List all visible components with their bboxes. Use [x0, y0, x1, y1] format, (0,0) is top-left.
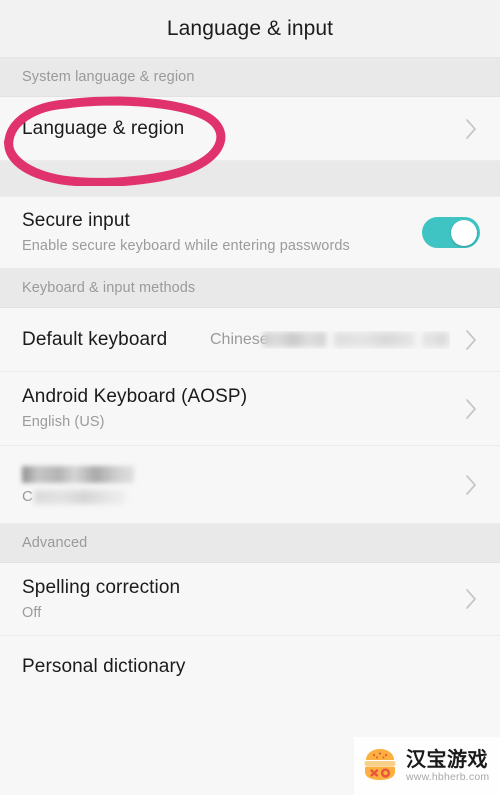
row-redacted-keyboard-content: C — [22, 465, 464, 505]
section-header-label: System language & region — [22, 69, 195, 85]
row-personal-dictionary[interactable]: Personal dictionary — [0, 636, 500, 698]
toggle-knob — [451, 219, 477, 246]
section-header-advanced: Advanced — [0, 524, 500, 563]
row-android-keyboard-aosp[interactable]: Android Keyboard (AOSP) English (US) — [0, 372, 500, 446]
row-spelling-correction-content: Spelling correction Off — [22, 576, 464, 623]
settings-screen: Language & input System language & regio… — [0, 0, 500, 795]
page-title: Language & input — [166, 16, 334, 40]
app-titlebar: Language & input — [0, 0, 500, 58]
row-android-keyboard-aosp-content: Android Keyboard (AOSP) English (US) — [22, 385, 464, 432]
row-language-and-region-title: Language & region — [22, 117, 185, 139]
watermark-url: www.hbherb.com — [406, 770, 490, 783]
redacted-subtitle-bar: C — [22, 483, 464, 505]
row-default-keyboard-content: Default keyboard — [22, 328, 210, 352]
row-android-keyboard-aosp-title: Android Keyboard (AOSP) — [22, 386, 248, 407]
row-android-keyboard-aosp-subtitle: English (US) — [22, 414, 105, 430]
row-spelling-correction[interactable]: Spelling correction Off — [0, 563, 500, 636]
section-gap-band — [0, 161, 500, 197]
watermark-text: 汉宝游戏 www.hbherb.com — [406, 749, 489, 784]
chevron-right-icon[interactable] — [464, 327, 480, 353]
redaction-bar — [22, 465, 134, 483]
redacted-subtitle-lead: C — [22, 487, 33, 505]
row-redacted-keyboard[interactable]: C — [0, 446, 500, 524]
redaction-bar — [262, 332, 326, 347]
default-keyboard-value-text: Chinese — [210, 330, 269, 348]
watermark: 汉宝游戏 www.hbherb.com — [354, 737, 500, 795]
chevron-right-icon[interactable] — [464, 116, 480, 142]
row-secure-input-content: Secure input Enable secure keyboard whil… — [22, 209, 422, 256]
row-spelling-correction-subtitle: Off — [22, 604, 42, 621]
chevron-right-icon[interactable] — [464, 586, 480, 612]
section-header-label: Advanced — [22, 535, 88, 551]
redacted-title-bar — [22, 465, 464, 483]
burger-icon — [360, 746, 400, 786]
redaction-bar — [423, 332, 450, 347]
row-personal-dictionary-content: Personal dictionary — [22, 655, 480, 679]
redaction-bar — [34, 489, 126, 504]
row-secure-input[interactable]: Secure input Enable secure keyboard whil… — [0, 197, 500, 269]
section-header-label: Keyboard & input methods — [22, 280, 196, 296]
row-language-and-region-content: Language & region — [22, 117, 464, 141]
chevron-right-icon[interactable] — [464, 472, 480, 498]
chevron-right-icon[interactable] — [464, 396, 480, 422]
watermark-title: 汉宝游戏 — [406, 748, 488, 771]
section-header-system-language: System language & region — [0, 58, 500, 97]
row-default-keyboard-title: Default keyboard — [22, 328, 168, 350]
section-header-keyboard-input-methods: Keyboard & input methods — [0, 269, 500, 308]
secure-input-toggle[interactable] — [422, 217, 480, 248]
row-default-keyboard[interactable]: Default keyboard Chinese — [0, 308, 500, 372]
row-personal-dictionary-title: Personal dictionary — [22, 656, 186, 677]
redaction-bar — [333, 332, 416, 347]
row-secure-input-title: Secure input — [22, 210, 130, 231]
row-default-keyboard-value: Chinese — [210, 331, 450, 349]
row-language-and-region[interactable]: Language & region — [0, 97, 500, 161]
row-secure-input-subtitle: Enable secure keyboard while entering pa… — [22, 238, 350, 254]
row-spelling-correction-title: Spelling correction — [22, 576, 181, 598]
